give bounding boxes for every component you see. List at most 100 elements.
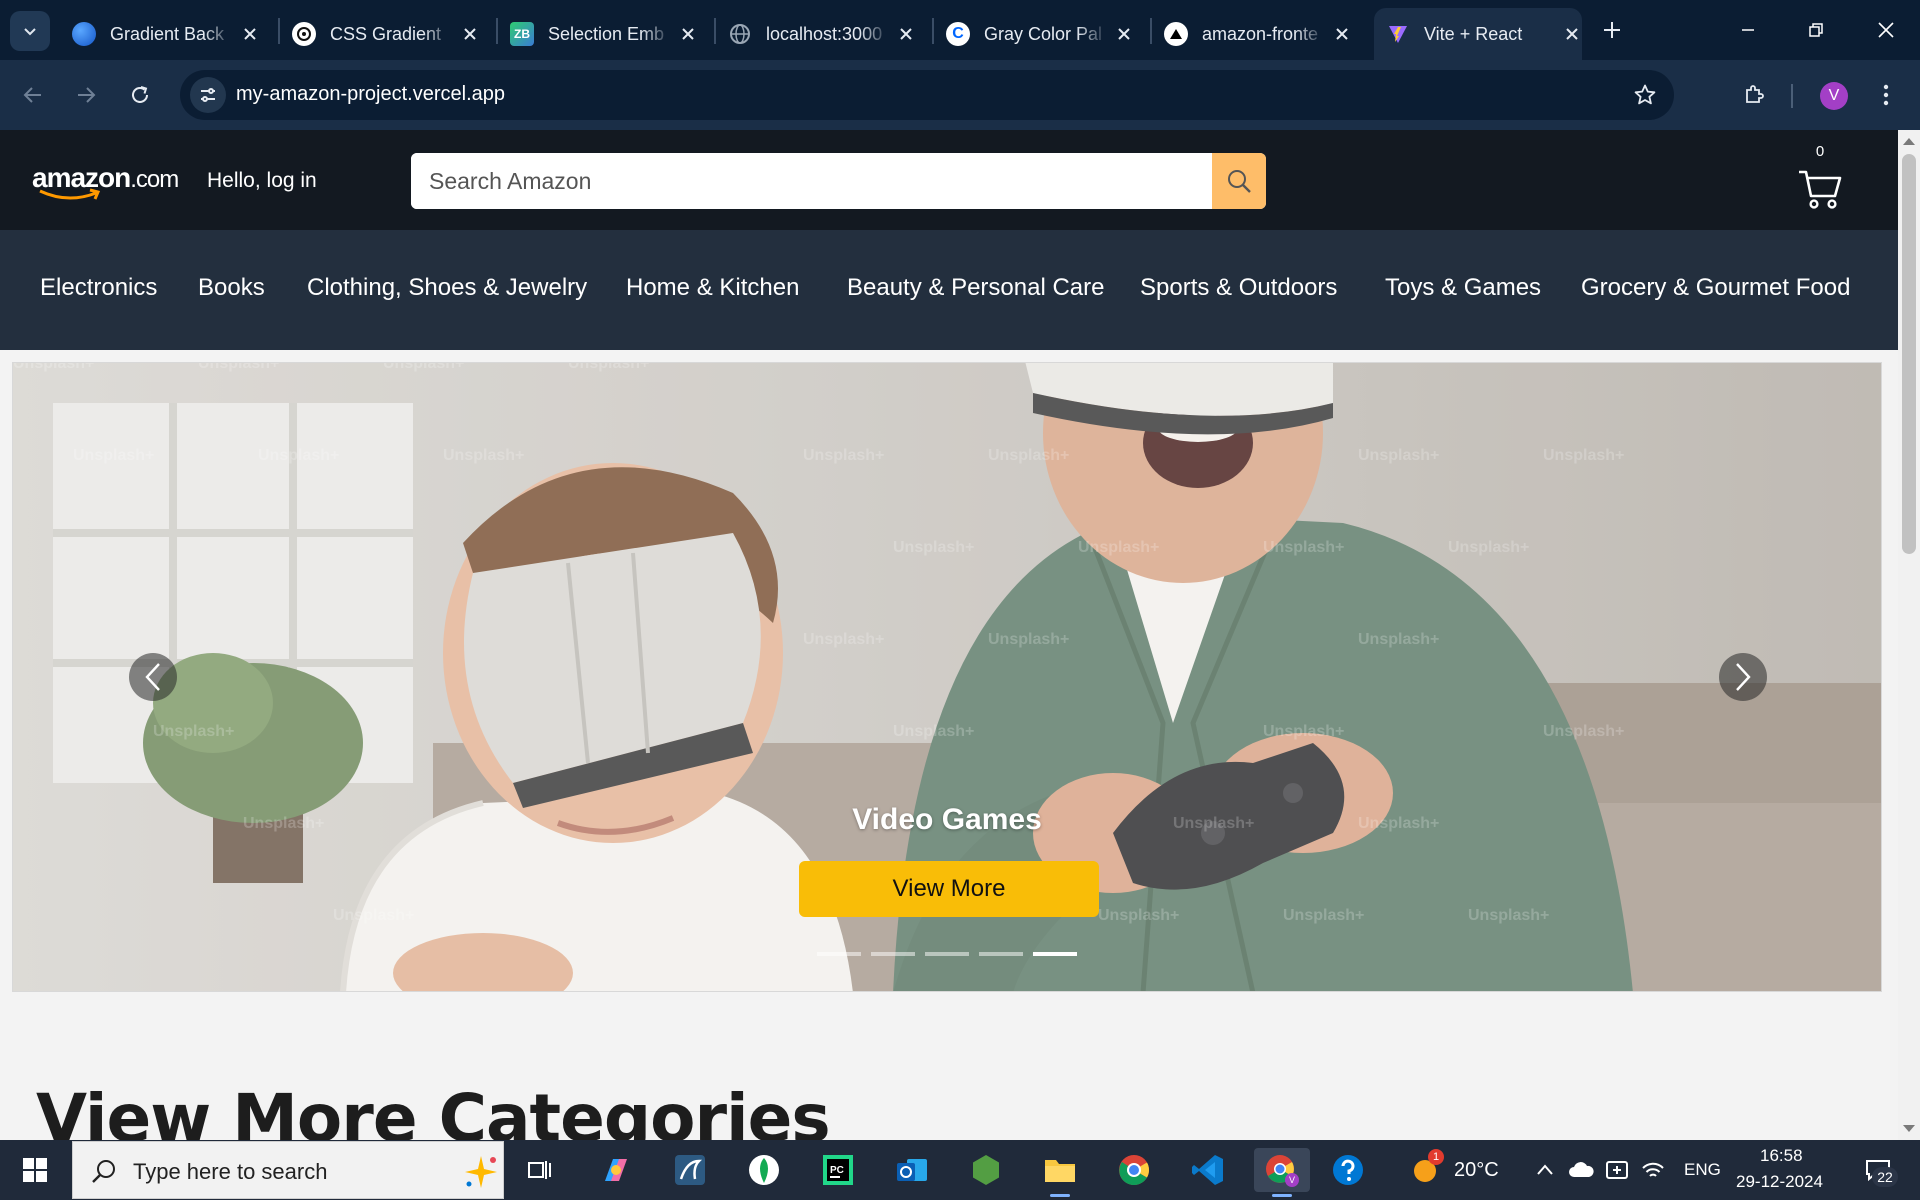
close-icon[interactable]: [678, 22, 698, 46]
outlook-app[interactable]: [890, 1148, 934, 1192]
browser-tab[interactable]: C Gray Color Pal: [934, 8, 1134, 60]
watermark-text: Unsplash+: [1543, 447, 1625, 464]
reload-button[interactable]: [120, 75, 160, 115]
browser-tab[interactable]: CSS Gradient: [280, 8, 480, 60]
window-close-button[interactable]: [1856, 0, 1916, 60]
file-explorer-app[interactable]: [1038, 1148, 1082, 1197]
hero-carousel: Unsplash+ Unsplash+ Unsplash+ Unsplash+ …: [12, 362, 1882, 992]
watermark-text: Unsplash+: [1358, 631, 1440, 648]
carousel-indicator[interactable]: [817, 952, 861, 956]
toolbar-divider: [1791, 84, 1793, 108]
clock-time[interactable]: 16:58: [1760, 1146, 1803, 1166]
scrollbar-thumb[interactable]: [1902, 154, 1916, 554]
notification-center-button[interactable]: 22: [1858, 1158, 1898, 1187]
pycharm-app[interactable]: PC: [816, 1148, 860, 1192]
close-icon[interactable]: [1332, 22, 1352, 46]
bookmark-star-icon[interactable]: [1628, 78, 1662, 112]
close-icon[interactable]: [240, 22, 260, 46]
browser-tab[interactable]: amazon-fronte: [1152, 8, 1352, 60]
login-greeting-link[interactable]: Hello, log in: [207, 169, 317, 193]
wifi-icon[interactable]: [1640, 1158, 1666, 1182]
battery-saver-icon[interactable]: [1604, 1158, 1630, 1182]
show-hidden-icons-button[interactable]: [1532, 1158, 1558, 1182]
arrow-left-icon: [23, 87, 41, 103]
sparkle-icon: [465, 1156, 497, 1188]
carousel-indicator-active[interactable]: [1033, 952, 1077, 956]
search-button[interactable]: [1212, 153, 1266, 209]
watermark-text: Unsplash+: [1448, 539, 1530, 556]
task-view-button[interactable]: [518, 1148, 562, 1192]
browser-tab[interactable]: ZB Selection Emb: [498, 8, 698, 60]
weather-temperature[interactable]: 20°C: [1454, 1159, 1499, 1182]
new-tab-button[interactable]: [1594, 12, 1630, 48]
back-button[interactable]: [13, 75, 53, 115]
copilot-app[interactable]: [594, 1148, 638, 1192]
carousel-next-button[interactable]: [1719, 653, 1767, 701]
cart-button[interactable]: 0: [1795, 140, 1845, 220]
watermark-text: Unsplash+: [988, 447, 1070, 464]
amazon-search-bar: [411, 153, 1266, 209]
nav-item-clothing[interactable]: Clothing, Shoes & Jewelry: [307, 274, 587, 302]
forward-button[interactable]: [66, 75, 106, 115]
nav-item-books[interactable]: Books: [198, 274, 265, 302]
url-text[interactable]: my-amazon-project.vercel.app: [236, 83, 505, 106]
carousel-prev-button[interactable]: [129, 653, 177, 701]
weather-widget[interactable]: 1: [1408, 1149, 1444, 1187]
vscode-app[interactable]: [1186, 1148, 1230, 1192]
nav-item-beauty[interactable]: Beauty & Personal Care: [847, 274, 1104, 302]
amazon-search-input[interactable]: [411, 153, 1211, 209]
scroll-down-arrow[interactable]: [1903, 1125, 1915, 1132]
address-bar[interactable]: my-amazon-project.vercel.app: [180, 70, 1674, 120]
pycharm-icon: PC: [823, 1155, 853, 1185]
tab-title: amazon-fronte: [1202, 23, 1319, 44]
minimize-button[interactable]: [1718, 0, 1778, 60]
clock-date[interactable]: 29-12-2024: [1736, 1172, 1823, 1192]
browser-tab[interactable]: Gradient Back: [60, 8, 260, 60]
nav-item-sports[interactable]: Sports & Outdoors: [1140, 274, 1337, 302]
start-button[interactable]: [0, 1140, 70, 1200]
site-settings-icon[interactable]: [190, 77, 226, 113]
mysql-workbench-app[interactable]: [668, 1148, 712, 1192]
taskbar-search[interactable]: Type here to search: [72, 1141, 504, 1199]
extensions-button[interactable]: [1734, 75, 1774, 115]
tab-title: Vite + React: [1424, 23, 1523, 44]
nav-item-electronics[interactable]: Electronics: [40, 274, 157, 302]
nav-item-home-kitchen[interactable]: Home & Kitchen: [626, 274, 799, 302]
amazon-logo[interactable]: amazon.com: [32, 162, 182, 202]
nodejs-app[interactable]: [964, 1148, 1008, 1192]
nav-item-toys-games[interactable]: Toys & Games: [1385, 274, 1541, 302]
taskbar-search-placeholder: Type here to search: [133, 1159, 328, 1184]
carousel-indicator[interactable]: [979, 952, 1023, 956]
section-title: View More Categories: [36, 1080, 831, 1140]
mongodb-icon: [749, 1155, 779, 1185]
watermark-text: Unsplash+: [803, 447, 885, 464]
carousel-caption: Video Games: [852, 803, 1042, 836]
tab-title: Selection Emb: [548, 23, 665, 44]
page-scrollbar[interactable]: [1898, 130, 1920, 1140]
profile-avatar[interactable]: V: [1820, 82, 1848, 110]
close-icon[interactable]: [1561, 22, 1582, 46]
nav-item-grocery[interactable]: Grocery & Gourmet Food: [1581, 274, 1850, 302]
scroll-up-arrow[interactable]: [1903, 138, 1915, 145]
language-indicator[interactable]: ENG: [1684, 1160, 1721, 1180]
browser-tab[interactable]: localhost:3000: [716, 8, 916, 60]
onedrive-icon[interactable]: [1568, 1158, 1594, 1182]
restore-button[interactable]: [1786, 0, 1846, 60]
browser-tab-active[interactable]: Vite + React: [1374, 8, 1582, 60]
browser-menu-button[interactable]: [1866, 75, 1906, 115]
carousel-indicator[interactable]: [925, 952, 969, 956]
mongodb-compass-app[interactable]: [742, 1148, 786, 1192]
watermark-text: Unsplash+: [568, 362, 650, 372]
chevron-right-icon: [1736, 663, 1751, 691]
get-help-app[interactable]: [1326, 1148, 1370, 1192]
tab-title: Gradient Back: [110, 23, 225, 44]
view-more-button[interactable]: View More: [799, 861, 1099, 917]
carousel-indicator[interactable]: [871, 952, 915, 956]
watermark-text: Unsplash+: [1358, 447, 1440, 464]
chrome-app[interactable]: [1112, 1148, 1156, 1192]
close-icon[interactable]: [896, 22, 916, 46]
chrome-profile-app-active[interactable]: V: [1254, 1148, 1310, 1197]
close-icon[interactable]: [1114, 22, 1134, 46]
tab-search-button[interactable]: [10, 11, 50, 51]
close-icon[interactable]: [460, 22, 480, 46]
